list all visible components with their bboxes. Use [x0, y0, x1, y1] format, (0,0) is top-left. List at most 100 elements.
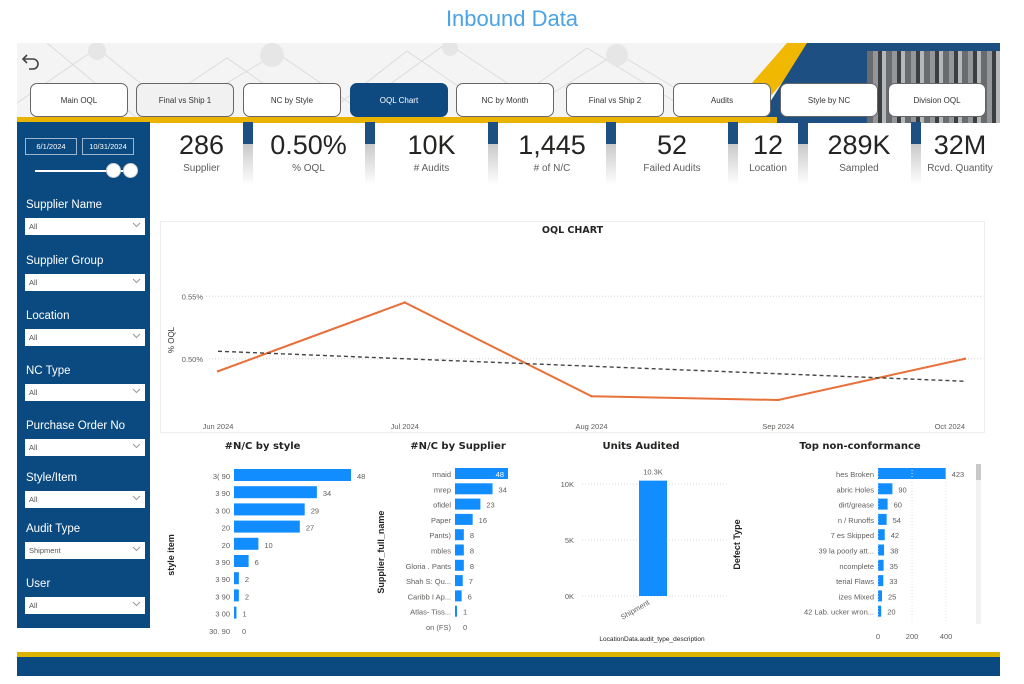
category-label: 42 Lab. ucker wron... — [804, 608, 874, 617]
bar[interactable] — [455, 544, 464, 556]
filter-dropdown-nc-type[interactable]: All — [25, 384, 145, 401]
bar[interactable] — [878, 559, 884, 571]
data-point[interactable] — [590, 395, 593, 398]
bar[interactable] — [234, 520, 300, 533]
back-button[interactable] — [20, 50, 42, 72]
kpi-card--of-n-c: 1,445 # of N/C — [496, 125, 608, 185]
filter-dropdown-style-item[interactable]: All — [25, 491, 145, 508]
x-tick-label: Sep 2024 — [762, 422, 794, 431]
bar[interactable] — [234, 572, 239, 585]
kpi-card-supplier: 286 Supplier — [160, 125, 243, 185]
chevron-down-icon — [132, 220, 141, 228]
chevron-down-icon — [132, 544, 141, 552]
data-label: 1 — [463, 608, 467, 617]
nc-by-style-chart: #N/C by style style item 3( 90 48 3 90 34 3 0… — [160, 436, 365, 646]
tab-nc-by-style[interactable]: NC by Style — [243, 83, 341, 117]
scrollbar-thumb[interactable] — [976, 464, 981, 480]
bar[interactable] — [234, 537, 259, 550]
bar[interactable] — [878, 498, 888, 510]
nc-by-style-plot: style item3( 90 483 90 343 00 2920 2720 103 9… — [166, 469, 365, 636]
date-slider-start-handle[interactable] — [106, 163, 121, 178]
top-nonconformance-plot: Defect Type hes Broken 423 abric Holes 90 dir… — [732, 464, 981, 641]
bar[interactable] — [455, 559, 464, 571]
data-label: 33 — [889, 577, 897, 586]
start-date-input[interactable]: 6/1/2024 — [25, 138, 77, 155]
kpi-card--audits: 10K # Audits — [375, 125, 488, 185]
category-label: Atlas- Tiss... — [410, 608, 451, 617]
tab-final-vs-ship-2[interactable]: Final vs Ship 2 — [566, 83, 664, 117]
tab-main-oql[interactable]: Main OQL — [30, 83, 128, 117]
category-label: Gloria . Pants — [406, 562, 452, 571]
bar[interactable] — [455, 483, 493, 495]
bar[interactable] — [234, 503, 305, 516]
filter-dropdown-audit-type[interactable]: Shipment — [25, 542, 145, 559]
data-label: 60 — [894, 501, 902, 510]
filter-dropdown-location[interactable]: All — [25, 329, 145, 346]
tab-final-vs-ship-1[interactable]: Final vs Ship 1 — [136, 83, 234, 117]
data-point[interactable] — [403, 301, 406, 304]
category-label: ofidel — [433, 501, 451, 510]
tab-division-oql[interactable]: Division OQL — [888, 83, 986, 117]
filter-label-style-item: Style/Item — [26, 472, 78, 484]
tab-audits[interactable]: Audits — [673, 83, 771, 117]
data-point[interactable] — [777, 398, 780, 402]
x-axis-label: LocationData.audit_type_description — [599, 636, 705, 643]
filter-dropdown-user[interactable]: All — [25, 597, 145, 614]
data-point[interactable] — [216, 370, 220, 373]
date-slider-end-handle[interactable] — [123, 163, 138, 178]
bar[interactable] — [878, 544, 885, 556]
bar[interactable] — [878, 590, 882, 602]
chevron-down-icon — [132, 276, 141, 284]
bar[interactable] — [455, 590, 462, 602]
oql-series-line — [217, 301, 966, 402]
trend-line — [217, 350, 966, 382]
footer-blue-band — [17, 657, 1000, 676]
category-label: 20 — [222, 524, 230, 533]
oql-line-chart: OQL CHART 0.55% 0.50%% OQL Jun 2024 Jul 202… — [160, 221, 985, 433]
bar[interactable] — [234, 555, 249, 567]
bar[interactable] — [234, 486, 317, 499]
category-label: 3( 90 — [213, 472, 230, 481]
kpi-value: 32M — [933, 130, 987, 160]
data-label: 8 — [470, 547, 474, 556]
bar[interactable] — [455, 513, 473, 525]
tab-nc-by-month[interactable]: NC by Month — [456, 83, 554, 117]
y-tick-label: 0.55% — [182, 292, 204, 301]
filter-value: All — [29, 333, 38, 342]
category-label: dirt/grease — [839, 501, 874, 510]
category-label: Shah S: Qu... — [406, 577, 451, 586]
filter-dropdown-supplier-name[interactable]: All — [25, 218, 145, 235]
tab-oql-chart[interactable]: OQL Chart — [350, 83, 448, 117]
filter-label-supplier-name: Supplier Name — [26, 199, 103, 211]
filter-sidebar: 6/1/2024 10/31/2024 Supplier Name All Supp… — [17, 122, 150, 628]
filter-value: All — [29, 388, 38, 397]
category-label: n / Runoffs — [838, 516, 874, 525]
bar[interactable] — [455, 498, 481, 510]
filter-dropdown-purchase-order-no[interactable]: All — [25, 439, 145, 456]
category-label: 3 90 — [215, 558, 230, 567]
bar[interactable] — [878, 575, 884, 587]
tab-style-by-nc[interactable]: Style by NC — [780, 83, 878, 117]
chevron-down-icon — [132, 493, 141, 501]
filter-label-user: User — [26, 578, 51, 590]
bar[interactable] — [878, 513, 887, 525]
kpi-label: Location — [749, 163, 787, 174]
bar[interactable] — [234, 589, 239, 602]
bar[interactable] — [639, 480, 667, 596]
bar[interactable] — [455, 605, 457, 617]
data-point[interactable] — [963, 357, 967, 360]
filter-dropdown-supplier-group[interactable]: All — [25, 274, 145, 291]
end-date-input[interactable]: 10/31/2024 — [82, 138, 134, 155]
category-label: Pants) — [429, 531, 451, 540]
kpi-divider — [728, 122, 738, 185]
bar[interactable] — [878, 483, 893, 495]
bar[interactable] — [878, 529, 885, 541]
data-label: 38 — [890, 547, 898, 556]
bar[interactable] — [455, 575, 463, 587]
scrollbar-track[interactable] — [976, 464, 981, 624]
category-label: 3 90 — [215, 575, 230, 584]
bar[interactable] — [455, 529, 464, 541]
y-axis-label: Defect Type — [732, 519, 742, 569]
bar[interactable] — [234, 469, 351, 481]
bar[interactable] — [234, 606, 237, 619]
